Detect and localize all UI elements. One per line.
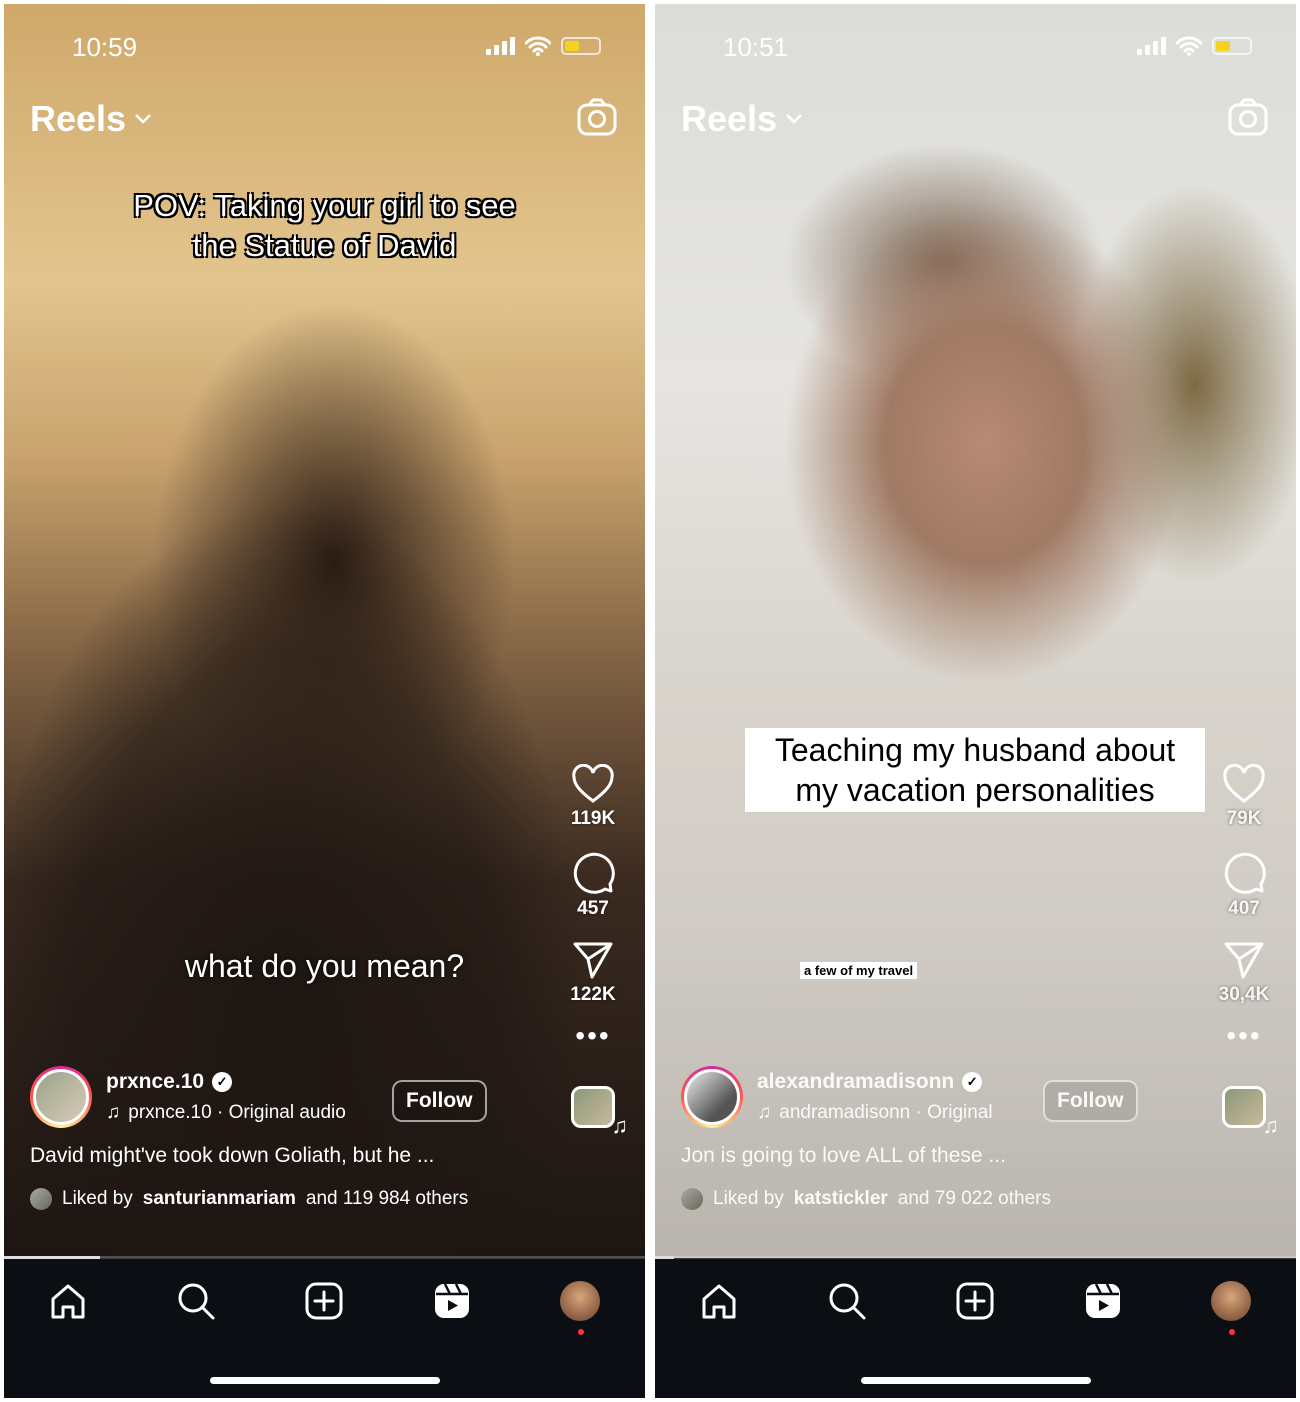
reels-icon[interactable] [1083, 1281, 1123, 1321]
liked-user[interactable]: katstickler [794, 1188, 888, 1210]
liked-user[interactable]: santurianmariam [143, 1188, 296, 1210]
audio-thumbnail[interactable]: ♫ [1222, 1086, 1279, 1138]
follow-button[interactable]: Follow [392, 1080, 487, 1122]
reel-info: prxnce.10 ✓ ♫ prxnce.10 · Original audio F… [30, 1066, 510, 1210]
caption-line: my vacation personalities [795, 772, 1155, 808]
comment-count: 457 [577, 898, 609, 919]
author-username[interactable]: alexandramadisonn [757, 1070, 954, 1094]
wifi-icon [525, 36, 551, 56]
create-icon[interactable] [955, 1281, 995, 1321]
liked-suffix: and 119 984 others [305, 1188, 469, 1209]
like-count: 119K [570, 808, 616, 829]
liked-by[interactable]: Liked by santurianmariam and 119 984 other… [30, 1188, 510, 1210]
caption-line: POV: Taking your girl to see [133, 188, 516, 223]
liked-prefix: Liked by [713, 1188, 784, 1209]
reel-description[interactable]: David might've took down Goliath, but he… [30, 1144, 510, 1168]
status-icons [1137, 36, 1252, 56]
subtitle-overlay: a few of my travel [800, 962, 918, 979]
reels-dropdown[interactable]: Reels [30, 98, 152, 140]
follow-button[interactable]: Follow [1043, 1080, 1138, 1122]
battery-icon [1212, 37, 1252, 55]
chevron-down-icon [786, 114, 802, 124]
like-count: 79K [1226, 808, 1262, 829]
liked-prefix: Liked by [62, 1188, 133, 1209]
author-avatar[interactable] [30, 1066, 92, 1128]
music-note-icon: ♫ [757, 1102, 772, 1123]
search-icon[interactable] [827, 1281, 867, 1321]
battery-icon [561, 37, 601, 55]
notification-dot [578, 1329, 584, 1335]
share-count: 30,4K [1218, 984, 1270, 1005]
notification-dot [1229, 1329, 1235, 1335]
comment-button[interactable]: 457 [571, 850, 615, 920]
caption-line: Teaching my husband about [774, 732, 1176, 768]
more-icon[interactable]: ••• [575, 1022, 610, 1050]
search-icon[interactable] [176, 1281, 216, 1321]
reels-screen: 10:59 Reels POV: Taking your girl to see… [4, 4, 645, 1398]
audio-link[interactable]: ♫ andramadisonn · Original [757, 1102, 993, 1124]
comment-button[interactable]: 407 [1222, 850, 1266, 920]
home-indicator[interactable] [210, 1377, 440, 1384]
like-button[interactable]: 79K [1222, 764, 1266, 830]
camera-icon[interactable] [1228, 98, 1268, 136]
reels-icon[interactable] [432, 1281, 472, 1321]
like-button[interactable]: 119K [571, 764, 615, 830]
bottom-nav [655, 1259, 1296, 1398]
caption-overlay: POV: Taking your girl to see the Statue o… [4, 186, 645, 266]
heart-icon [1223, 764, 1265, 803]
status-time: 10:51 [723, 32, 789, 62]
action-bar: 119K 457 122K ••• ♫ [561, 764, 628, 1138]
action-bar: 79K 407 30,4K ••• ♫ [1212, 764, 1279, 1138]
reels-title: Reels [30, 98, 127, 139]
comment-icon [573, 852, 615, 894]
subtitle-overlay: what do you mean? [184, 948, 465, 984]
chevron-down-icon [135, 114, 151, 124]
reel-description[interactable]: Jon is going to love ALL of these ... [681, 1144, 1161, 1168]
verified-badge-icon: ✓ [962, 1072, 983, 1092]
signal-icon [486, 37, 515, 55]
reel-info: alexandramadisonn ✓ ♫ andramadisonn · Orig… [681, 1066, 1161, 1210]
caption-line: the Statue of David [192, 228, 457, 263]
home-icon[interactable] [48, 1281, 88, 1321]
caption-overlay: Teaching my husband about my vacation per… [745, 728, 1205, 812]
share-icon [1224, 942, 1264, 979]
heart-icon [572, 764, 614, 803]
liker-avatar [681, 1188, 703, 1210]
home-icon[interactable] [699, 1281, 739, 1321]
music-note-icon: ♫ [1262, 1113, 1280, 1138]
signal-icon [1137, 37, 1166, 55]
profile-avatar[interactable] [560, 1281, 600, 1321]
liker-avatar [30, 1188, 52, 1210]
audio-thumbnail[interactable]: ♫ [571, 1086, 628, 1138]
profile-avatar[interactable] [1211, 1281, 1251, 1321]
comment-icon [1224, 852, 1266, 894]
author-avatar[interactable] [681, 1066, 743, 1128]
audio-label: andramadisonn · Original [779, 1102, 993, 1123]
share-button[interactable]: 30,4K [1218, 940, 1270, 1006]
reels-screen: 10:51 Reels Teaching my husband about my … [655, 4, 1296, 1398]
share-count: 122K [570, 984, 616, 1005]
audio-link[interactable]: ♫ prxnce.10 · Original audio [106, 1102, 346, 1124]
audio-label: prxnce.10 · Original audio [128, 1102, 346, 1123]
share-button[interactable]: 122K [570, 940, 616, 1006]
bottom-nav [4, 1259, 645, 1398]
author-username[interactable]: prxnce.10 [106, 1070, 204, 1094]
liked-by[interactable]: Liked by katstickler and 79 022 others [681, 1188, 1161, 1210]
camera-icon[interactable] [577, 98, 617, 136]
status-icons [486, 36, 601, 56]
reels-title: Reels [681, 98, 778, 139]
reels-dropdown[interactable]: Reels [681, 98, 803, 140]
wifi-icon [1176, 36, 1202, 56]
music-note-icon: ♫ [106, 1102, 121, 1123]
more-icon[interactable]: ••• [1226, 1022, 1261, 1050]
home-indicator[interactable] [861, 1377, 1091, 1384]
liked-suffix: and 79 022 others [897, 1188, 1051, 1209]
comment-count: 407 [1228, 898, 1260, 919]
status-time: 10:59 [72, 32, 138, 62]
share-icon [573, 942, 613, 979]
verified-badge-icon: ✓ [212, 1072, 233, 1092]
create-icon[interactable] [304, 1281, 344, 1321]
music-note-icon: ♫ [611, 1113, 629, 1138]
